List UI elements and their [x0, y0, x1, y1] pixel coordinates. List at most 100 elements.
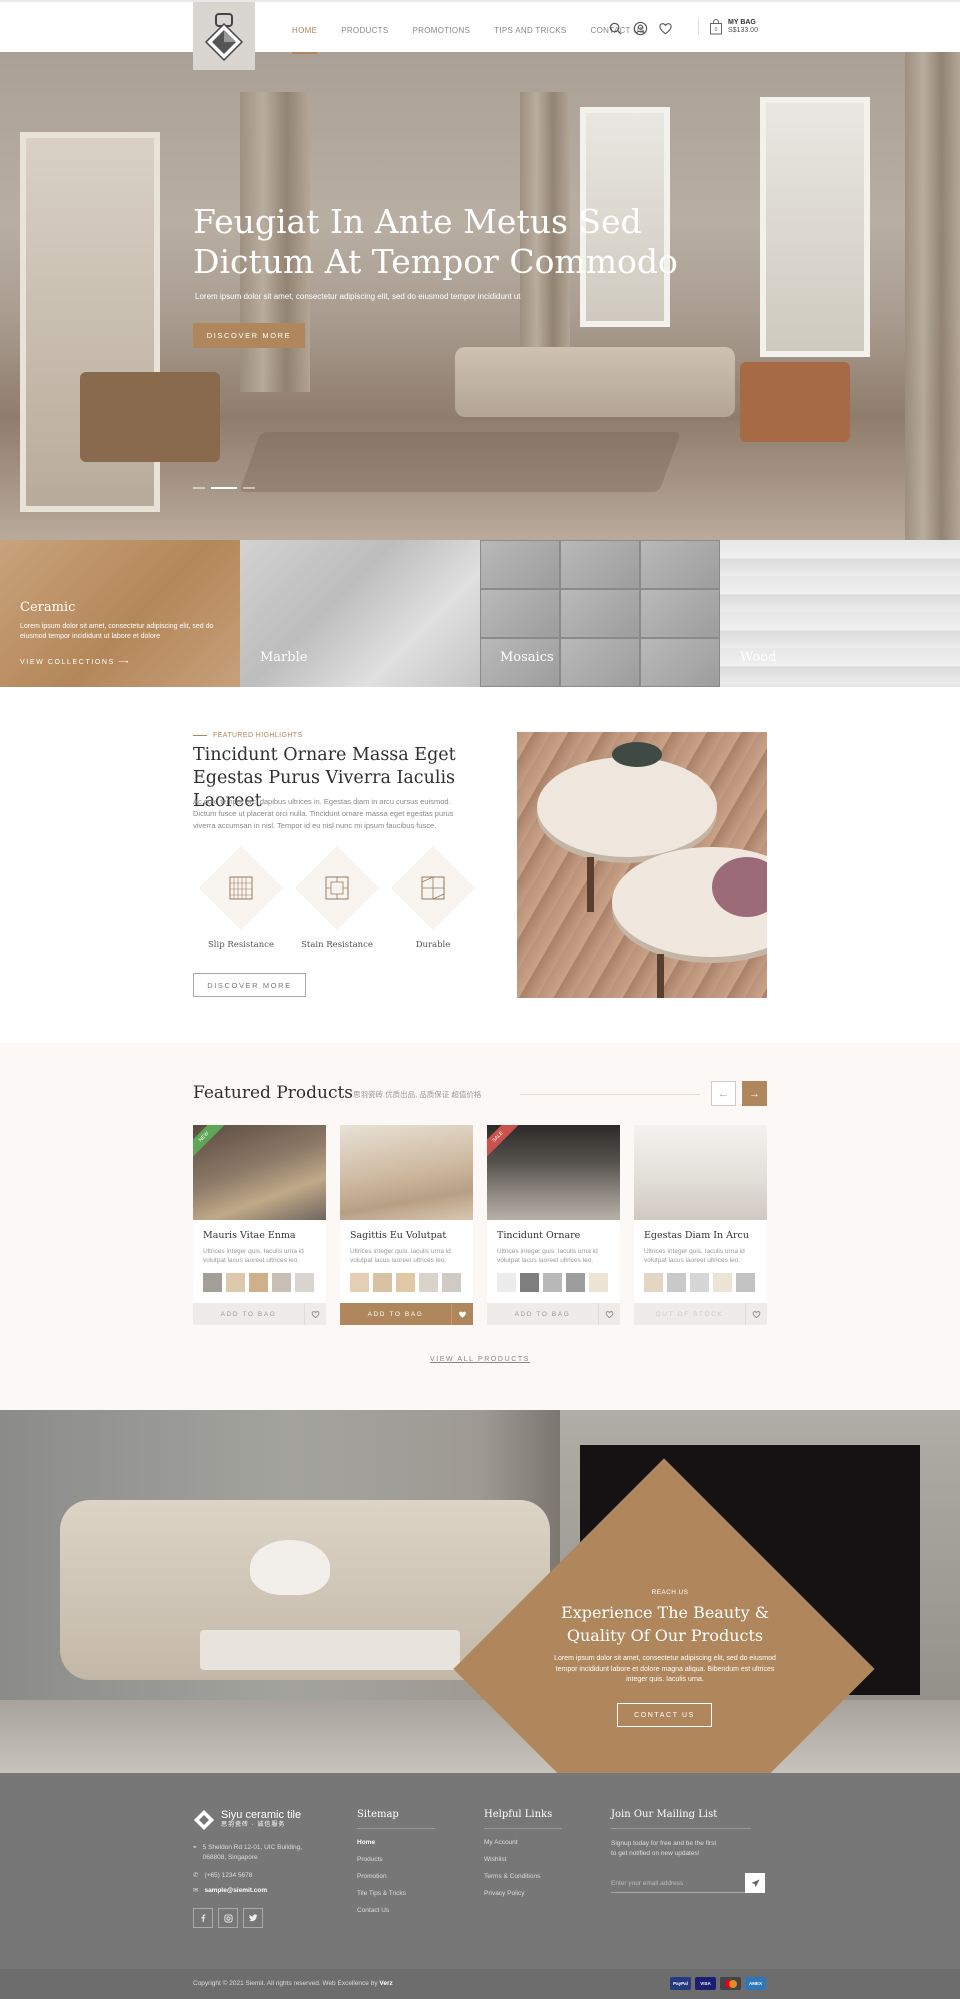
- product-name[interactable]: Egestas Diam In Arcu: [644, 1230, 767, 1241]
- color-swatch[interactable]: [249, 1273, 268, 1292]
- carousel-prev-button[interactable]: ←: [711, 1081, 736, 1106]
- view-collections-label: VIEW COLLECTIONS: [20, 659, 115, 666]
- category-name: Marble: [260, 650, 308, 665]
- color-swatch[interactable]: [497, 1273, 516, 1292]
- footer-link-home[interactable]: Home: [357, 1839, 435, 1846]
- wishlist-button[interactable]: [745, 1303, 767, 1325]
- payment-methods: PayPal VISA AMEX: [670, 1977, 766, 1990]
- footer-link-terms[interactable]: Terms & Conditions: [484, 1873, 562, 1880]
- helpful-links-column: Helpful Links My Account Wishlist Terms …: [484, 1809, 562, 1907]
- heart-icon: [752, 1310, 761, 1318]
- twitter-link[interactable]: [243, 1908, 263, 1928]
- facebook-link[interactable]: [193, 1908, 213, 1928]
- product-name[interactable]: Sagittis Eu Volutpat: [350, 1230, 473, 1241]
- color-swatch[interactable]: [442, 1273, 461, 1292]
- search-icon[interactable]: [608, 21, 623, 36]
- slide-dot-active[interactable]: [211, 487, 237, 489]
- color-swatch[interactable]: [520, 1273, 539, 1292]
- carousel-next-button[interactable]: →: [742, 1081, 767, 1106]
- nav-home[interactable]: HOME: [292, 26, 318, 54]
- footer-link-account[interactable]: My Account: [484, 1839, 562, 1846]
- color-swatch[interactable]: [272, 1273, 291, 1292]
- table-leg: [587, 857, 594, 912]
- account-icon[interactable]: [633, 21, 648, 36]
- color-swatch[interactable]: [226, 1273, 245, 1292]
- color-swatch[interactable]: [350, 1273, 369, 1292]
- color-swatch[interactable]: [203, 1273, 222, 1292]
- developer-credit-link[interactable]: Verz: [379, 1980, 392, 1987]
- product-card[interactable]: NEW Mauris Vitae Enma Ultrices integer q…: [193, 1125, 326, 1325]
- wishlist-button[interactable]: [451, 1303, 473, 1325]
- feature-label: Durable: [415, 940, 451, 950]
- hero-discover-button[interactable]: DISCOVER MORE: [193, 323, 305, 348]
- color-swatch[interactable]: [295, 1273, 314, 1292]
- product-card[interactable]: SALE Tincidunt Ornare Ultrices integer q…: [487, 1125, 620, 1325]
- category-name: Wood: [740, 650, 777, 665]
- out-of-stock-button[interactable]: OUT OF STOCK: [634, 1303, 745, 1325]
- divider: [520, 1094, 700, 1095]
- color-swatch[interactable]: [566, 1273, 585, 1292]
- add-to-bag-button[interactable]: ADD TO BAG: [487, 1303, 598, 1325]
- my-bag-button[interactable]: 0 MY BAG S$133.00: [698, 19, 758, 35]
- product-image[interactable]: [340, 1125, 473, 1220]
- category-mosaics[interactable]: Mosaics: [480, 540, 720, 687]
- product-swatches: [644, 1273, 757, 1292]
- tile-logo-icon: [204, 13, 244, 62]
- slide-dot[interactable]: [243, 487, 255, 489]
- footer-brand[interactable]: Siyu ceramic tile 思羽瓷砖 · 诚信服务: [193, 1809, 301, 1831]
- color-swatch[interactable]: [736, 1273, 755, 1292]
- color-swatch[interactable]: [667, 1273, 686, 1292]
- wishlist-button[interactable]: [304, 1303, 326, 1325]
- color-swatch[interactable]: [396, 1273, 415, 1292]
- wishlist-heart-icon[interactable]: [658, 21, 673, 36]
- arrow-right-icon: →: [749, 1087, 760, 1100]
- footer-phone[interactable]: ✆ (+65) 1234 5678: [193, 1871, 252, 1881]
- reach-us-banner: [0, 1410, 960, 1773]
- helpful-links-title: Helpful Links: [484, 1809, 553, 1820]
- product-name[interactable]: Tincidunt Ornare: [497, 1230, 620, 1241]
- color-swatch[interactable]: [419, 1273, 438, 1292]
- product-card[interactable]: Sagittis Eu Volutpat Ultrices integer qu…: [340, 1125, 473, 1325]
- divider: [357, 1828, 435, 1829]
- product-image[interactable]: [634, 1125, 767, 1220]
- instagram-link[interactable]: [218, 1908, 238, 1928]
- category-marble[interactable]: Marble: [240, 540, 480, 687]
- category-ceramic[interactable]: Ceramic Lorem ipsum dolor sit amet, cons…: [0, 540, 240, 687]
- nav-tips[interactable]: TIPS AND TRICKS: [494, 26, 566, 54]
- product-name[interactable]: Mauris Vitae Enma: [203, 1230, 326, 1241]
- color-swatch[interactable]: [644, 1273, 663, 1292]
- brand-logo[interactable]: [193, 2, 255, 70]
- color-swatch[interactable]: [589, 1273, 608, 1292]
- slide-dot[interactable]: [193, 487, 205, 489]
- color-swatch[interactable]: [713, 1273, 732, 1292]
- social-links: [193, 1908, 263, 1928]
- color-swatch[interactable]: [543, 1273, 562, 1292]
- add-to-bag-button[interactable]: ADD TO BAG: [193, 1303, 304, 1325]
- add-to-bag-button[interactable]: ADD TO BAG: [340, 1303, 451, 1325]
- footer-link-wishlist[interactable]: Wishlist: [484, 1856, 562, 1863]
- newsletter-submit-button[interactable]: [745, 1873, 765, 1893]
- footer-link-tips[interactable]: Tile Tips & Tricks: [357, 1890, 435, 1897]
- category-wood[interactable]: Wood: [720, 540, 960, 687]
- color-swatch[interactable]: [373, 1273, 392, 1292]
- view-all-products-link[interactable]: VIEW ALL PRODUCTS: [430, 1356, 530, 1363]
- view-collections-link[interactable]: VIEW COLLECTIONS ⟶: [20, 658, 130, 666]
- wishlist-button[interactable]: [598, 1303, 620, 1325]
- product-image[interactable]: SALE: [487, 1125, 620, 1220]
- site-footer: Siyu ceramic tile 思羽瓷砖 · 诚信服务 ⌖ 5 Sheldon…: [0, 1773, 960, 1969]
- contact-us-button[interactable]: CONTACT US: [617, 1703, 712, 1727]
- nav-promotions[interactable]: PROMOTIONS: [413, 26, 471, 54]
- footer-link-contact[interactable]: Contact Us: [357, 1907, 435, 1914]
- color-swatch[interactable]: [690, 1273, 709, 1292]
- product-image[interactable]: NEW: [193, 1125, 326, 1220]
- footer-link-privacy[interactable]: Privacy Policy: [484, 1890, 562, 1897]
- footer-bottom-bar: Copyright © 2021 Siemit. All rights rese…: [0, 1969, 960, 1999]
- footer-link-promotion[interactable]: Promotion: [357, 1873, 435, 1880]
- nav-products[interactable]: PRODUCTS: [341, 26, 388, 54]
- product-card[interactable]: Egestas Diam In Arcu Ultrices integer qu…: [634, 1125, 767, 1325]
- newsletter-email-input[interactable]: [611, 1875, 745, 1893]
- footer-link-products[interactable]: Products: [357, 1856, 435, 1863]
- footer-email[interactable]: ✉ sample@siemit.com: [193, 1886, 267, 1896]
- paypal-icon: PayPal: [670, 1977, 691, 1990]
- highlights-discover-button[interactable]: DISCOVER MORE: [193, 973, 306, 997]
